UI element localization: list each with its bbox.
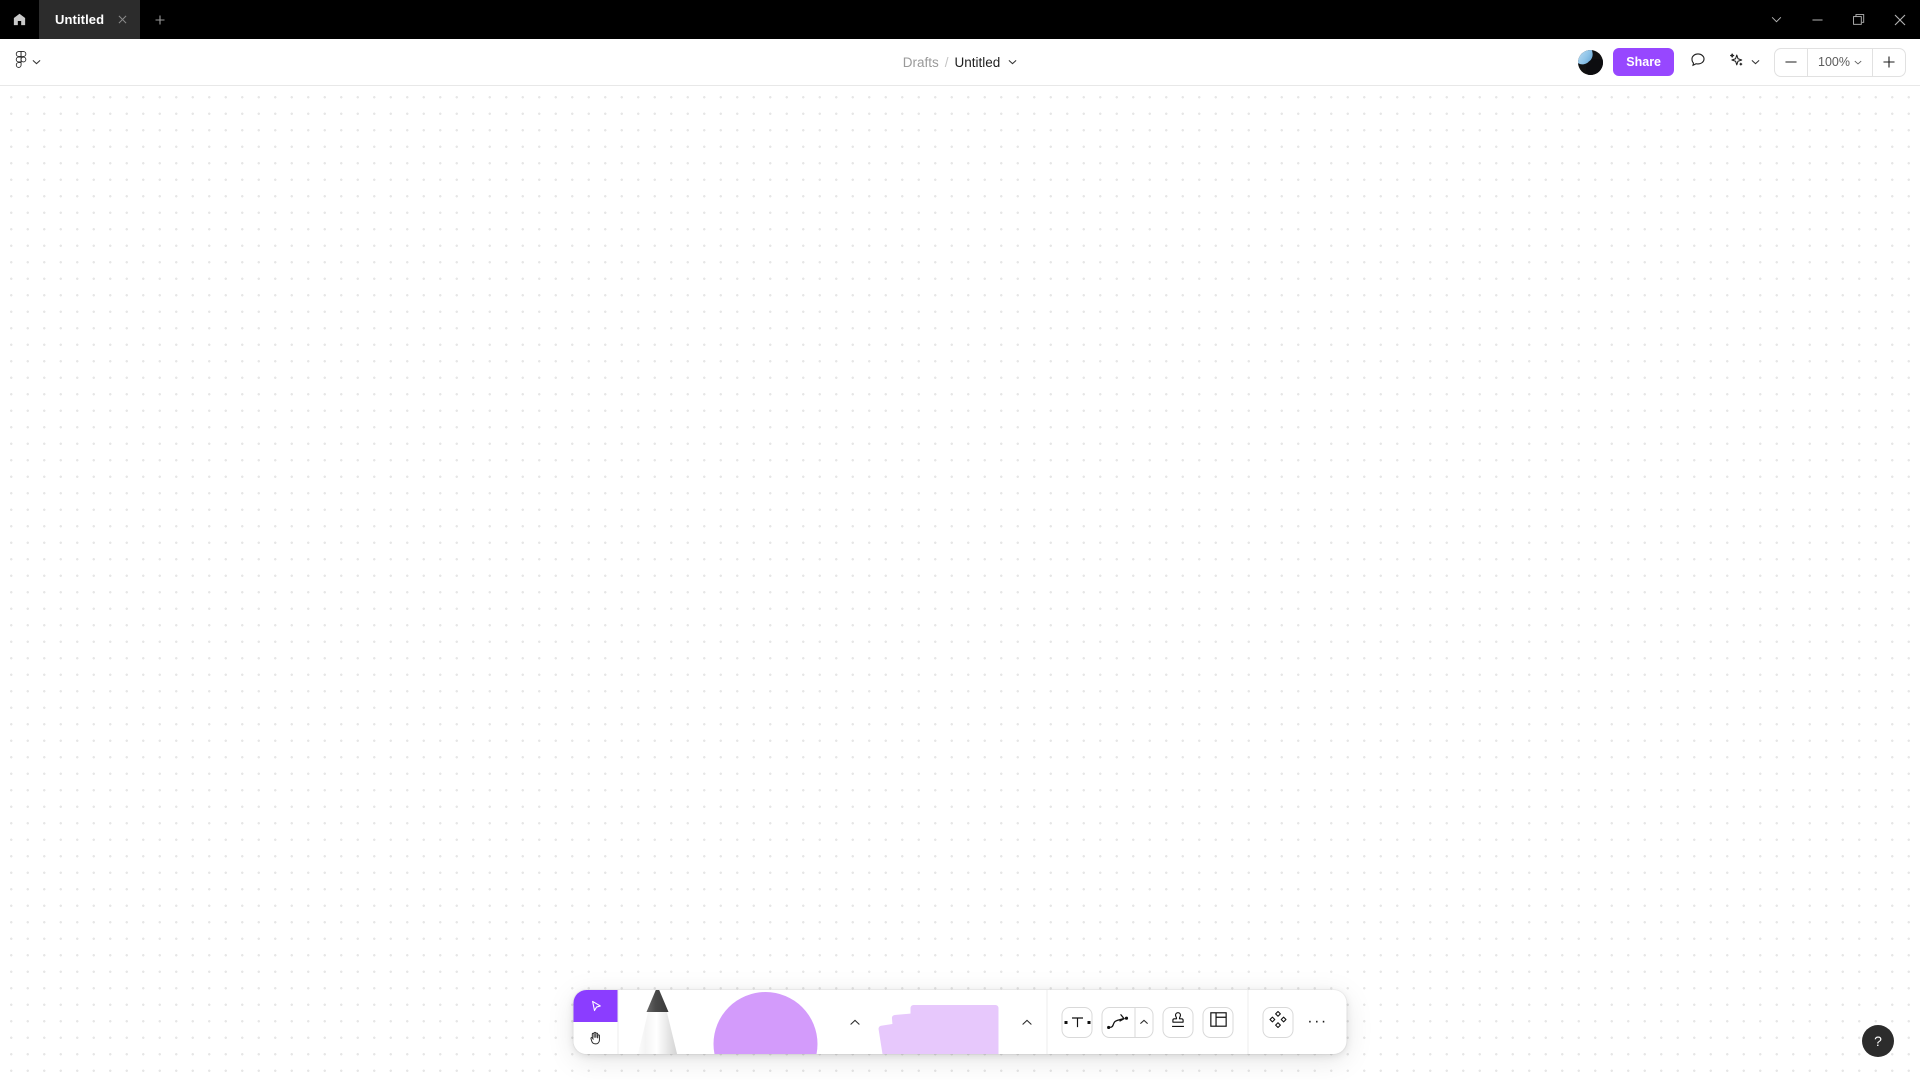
zoom-controls: 100% <box>1774 47 1906 77</box>
secondary-tools-group <box>1048 990 1248 1054</box>
text-icon <box>1064 1015 1090 1030</box>
avatar-shape-dark <box>1586 58 1604 75</box>
ai-tools-group <box>1722 48 1760 76</box>
connector-chevron-up-icon[interactable] <box>1134 1007 1153 1037</box>
chevron-down-icon <box>1854 60 1862 65</box>
design-canvas[interactable]: ··· ? <box>0 87 1920 1080</box>
plugins-group: ··· <box>1249 990 1347 1054</box>
sparkle-icon <box>1728 51 1745 73</box>
window-minimize-icon[interactable] <box>1797 0 1838 39</box>
frame-tool-chevron-up-icon[interactable] <box>1007 990 1047 1054</box>
stamp-icon <box>1170 1011 1187 1034</box>
figma-logo-icon <box>15 51 27 73</box>
new-tab-button[interactable] <box>140 0 180 39</box>
zoom-in-button[interactable] <box>1873 49 1905 76</box>
section-tool[interactable] <box>1202 1006 1234 1038</box>
avatar[interactable] <box>1578 49 1604 75</box>
pencil-tip <box>646 990 669 1012</box>
pencil-icon <box>635 990 680 1054</box>
hand-tool[interactable] <box>573 1022 618 1054</box>
ellipse-icon <box>713 992 818 1054</box>
home-button[interactable] <box>0 0 39 39</box>
close-icon[interactable] <box>114 12 130 28</box>
tab-bar-spacer <box>180 0 1756 39</box>
tab-untitled[interactable]: Untitled <box>39 0 141 39</box>
comment-icon <box>1690 52 1706 73</box>
frame-front <box>910 1005 999 1054</box>
tab-title: Untitled <box>55 12 105 27</box>
more-options-button[interactable]: ··· <box>1303 1007 1333 1037</box>
connector-icon <box>1103 1008 1135 1037</box>
chevron-down-icon[interactable] <box>1008 59 1017 65</box>
bottom-toolbar: ··· <box>573 990 1347 1054</box>
frame-stack-tool[interactable] <box>875 990 1007 1054</box>
zoom-level-dropdown[interactable]: 100% <box>1807 48 1873 76</box>
pencil-tool[interactable] <box>619 990 697 1054</box>
window-chevron-down-icon[interactable] <box>1756 0 1797 39</box>
zoom-level-value: 100% <box>1818 55 1850 69</box>
cursor-tool-switcher <box>573 990 619 1054</box>
window-maximize-icon[interactable] <box>1838 0 1879 39</box>
pencil-body <box>635 1006 680 1054</box>
comment-button[interactable] <box>1684 48 1712 76</box>
zoom-out-button[interactable] <box>1775 49 1807 76</box>
window-tab-bar: Untitled <box>0 0 1920 39</box>
chevron-down-icon[interactable] <box>1751 59 1760 65</box>
help-button[interactable]: ? <box>1862 1025 1894 1057</box>
plugins-icon <box>1269 1010 1288 1034</box>
primary-shape-tools <box>619 990 1048 1054</box>
move-cursor-tool[interactable] <box>573 990 618 1022</box>
shape-tool-chevron-up-icon[interactable] <box>835 990 875 1054</box>
stamp-tool[interactable] <box>1162 1006 1194 1038</box>
top-toolbar-right: Share 100% <box>1578 47 1920 77</box>
share-button[interactable]: Share <box>1613 48 1675 76</box>
app-top-toolbar: Drafts / Untitled Share 100% <box>0 39 1920 86</box>
chevron-down-icon <box>32 59 41 65</box>
text-tool[interactable] <box>1061 1006 1093 1038</box>
text-handle-right <box>1087 1020 1090 1024</box>
breadcrumb-parent[interactable]: Drafts <box>903 55 939 70</box>
section-icon <box>1209 1011 1227 1033</box>
main-menu-button[interactable] <box>11 47 45 77</box>
plugins-button[interactable] <box>1262 1006 1294 1038</box>
text-handle-left <box>1064 1020 1067 1024</box>
home-icon <box>12 12 27 27</box>
frame-stack-icon <box>878 998 1001 1054</box>
connector-tool[interactable] <box>1101 1006 1154 1038</box>
window-controls <box>1756 0 1920 39</box>
breadcrumb-file-title[interactable]: Untitled <box>955 55 1001 70</box>
ai-button[interactable] <box>1722 48 1750 76</box>
shape-ellipse-tool[interactable] <box>697 990 835 1054</box>
window-close-icon[interactable] <box>1879 0 1920 39</box>
breadcrumb-separator: / <box>944 54 949 70</box>
